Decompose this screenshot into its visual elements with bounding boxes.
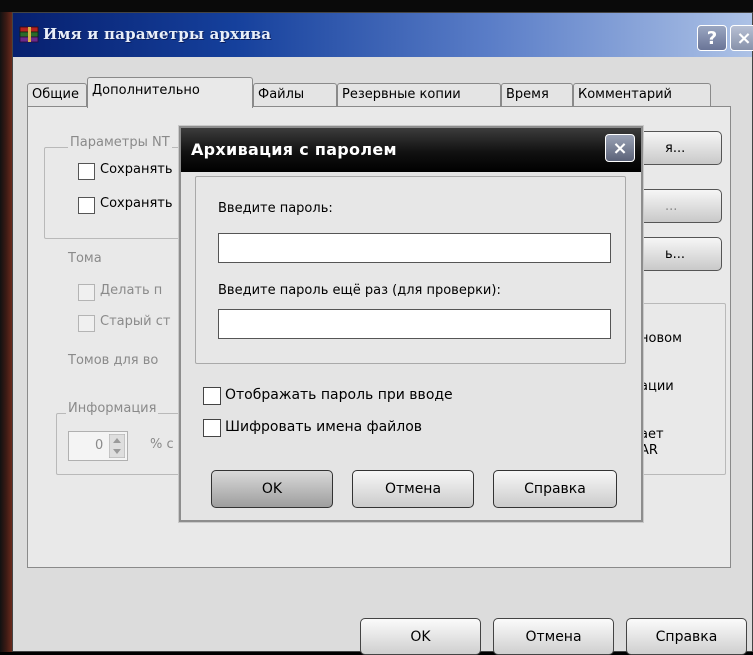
spin-up-down-icon[interactable] xyxy=(109,434,125,458)
close-x-icon[interactable]: × xyxy=(605,134,635,162)
confirm-password-label: Введите пароль ещё раз (для проверки): xyxy=(218,283,501,298)
password-dialog-titlebar[interactable]: Архивация с паролем × xyxy=(181,128,641,172)
volumes-checkbox-1[interactable] xyxy=(78,284,95,301)
winrar-books-icon xyxy=(19,26,39,43)
ntfs-group-label: Параметры NT xyxy=(68,135,172,150)
dialog-help-button[interactable]: Справка xyxy=(493,470,617,508)
show-password-checkbox[interactable] xyxy=(203,387,221,405)
info-percent-label: % с xyxy=(150,437,174,452)
volumes-checkbox-2-label: Старый ст xyxy=(100,314,171,329)
tab-comment[interactable]: Комментарий xyxy=(573,83,711,107)
volumes-checkbox-2[interactable] xyxy=(78,315,95,332)
encrypt-names-label: Шифровать имена файлов xyxy=(225,419,423,435)
volumes-count-label: Томов для во xyxy=(68,353,159,368)
desktop-top-edge xyxy=(0,0,753,12)
password-input[interactable] xyxy=(218,233,611,263)
window-title: Имя и параметры архива xyxy=(43,25,272,43)
password-fields-panel: Введите пароль: Введите пароль ещё раз (… xyxy=(195,176,626,364)
confirm-password-input[interactable] xyxy=(218,309,611,339)
info-label: Информация xyxy=(66,401,159,416)
info-spin-field[interactable]: 0 xyxy=(68,431,128,461)
ntfs-groupbox xyxy=(44,147,196,239)
main-cancel-button[interactable]: Отмена xyxy=(493,618,614,655)
right-text-1: новом xyxy=(640,331,682,346)
password-dialog: Архивация с паролем × Введите пароль: Вв… xyxy=(179,126,643,522)
ntfs-checkbox-1[interactable] xyxy=(78,163,95,180)
right-text-3: ает xyxy=(640,427,664,442)
main-ok-button[interactable]: OK xyxy=(360,618,481,655)
ntfs-checkbox-1-label: Сохранять xyxy=(100,162,173,177)
password-dialog-title: Архивация с паролем xyxy=(191,140,397,159)
tab-advanced[interactable]: Дополнительно xyxy=(87,77,253,108)
tab-files[interactable]: Файлы xyxy=(253,83,337,107)
volumes-label: Тома xyxy=(68,251,102,266)
question-icon[interactable]: ? xyxy=(697,25,727,51)
dialog-cancel-button[interactable]: Отмена xyxy=(352,470,474,508)
right-text-2: ации xyxy=(640,379,674,394)
info-spin-value: 0 xyxy=(95,438,104,453)
tab-time[interactable]: Время xyxy=(501,83,573,107)
tab-general[interactable]: Общие xyxy=(27,83,87,107)
encrypt-names-checkbox[interactable] xyxy=(203,419,221,437)
show-password-label: Отображать пароль при вводе xyxy=(225,387,453,403)
window-titlebar[interactable]: Имя и параметры архива ? × xyxy=(13,13,753,57)
volumes-checkbox-1-label: Делать п xyxy=(100,283,163,298)
ntfs-checkbox-2-label: Сохранять xyxy=(100,196,173,211)
enter-password-label: Введите пароль: xyxy=(218,201,333,216)
close-x-icon[interactable]: × xyxy=(730,25,753,51)
tab-backups[interactable]: Резервные копии xyxy=(337,83,501,107)
desktop-edge xyxy=(0,0,12,652)
dialog-ok-button[interactable]: OK xyxy=(211,470,333,508)
main-help-button[interactable]: Справка xyxy=(626,618,747,655)
ntfs-checkbox-2[interactable] xyxy=(78,197,95,214)
